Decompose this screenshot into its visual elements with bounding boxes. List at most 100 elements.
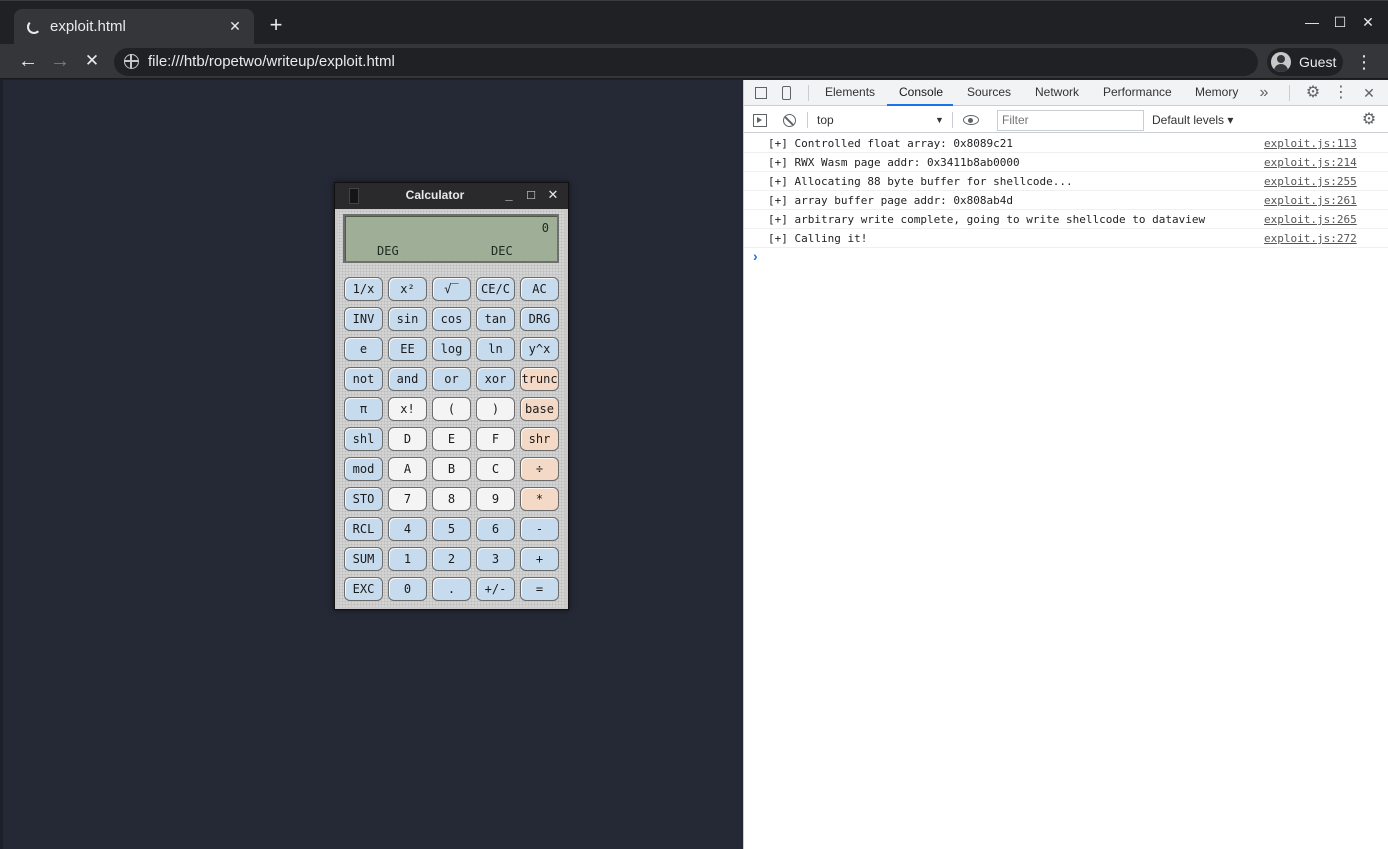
console-filter-input[interactable]: Filter [997,110,1144,131]
calc-key[interactable]: B [432,457,471,481]
calc-key[interactable]: sin [388,307,427,331]
browser-menu-icon[interactable]: ⋮ [1354,50,1374,74]
calc-key[interactable]: and [388,367,427,391]
calc-key[interactable]: ) [476,397,515,421]
stop-loading-button[interactable]: ✕ [80,49,104,73]
console-message-source-link[interactable]: exploit.js:113 [1264,134,1357,153]
calculator-minimize-button[interactable]: _ [502,187,516,203]
profile-button[interactable]: Guest [1267,48,1343,76]
calc-key[interactable]: STO [344,487,383,511]
calc-key[interactable]: trunc [520,367,559,391]
console-prompt-icon[interactable]: › [753,249,758,263]
calc-key[interactable]: 6 [476,517,515,541]
calc-key[interactable]: log [432,337,471,361]
console-settings-icon[interactable]: ⚙ [1361,112,1377,128]
tab-sources[interactable]: Sources [967,85,1011,99]
window-maximize-button[interactable]: ☐ [1330,14,1350,31]
divider [807,112,808,128]
calc-key[interactable]: . [432,577,471,601]
site-info-icon[interactable] [124,54,139,69]
settings-icon[interactable]: ⚙ [1305,85,1321,101]
log-levels-dropdown[interactable]: Default levels ▾ [1152,110,1233,130]
calc-key[interactable]: CE/C [476,277,515,301]
address-bar[interactable]: file:///htb/ropetwo/writeup/exploit.html [114,48,1258,76]
new-tab-button[interactable]: + [264,14,288,36]
calc-key[interactable]: x² [388,277,427,301]
clear-console-icon[interactable] [783,114,796,127]
calc-key[interactable]: = [520,577,559,601]
calc-key[interactable]: E [432,427,471,451]
console-message-source-link[interactable]: exploit.js:214 [1264,153,1357,172]
sidebar-toggle-icon[interactable] [753,114,767,127]
calc-key[interactable]: 8 [432,487,471,511]
calc-key[interactable]: xor [476,367,515,391]
calc-key[interactable]: shr [520,427,559,451]
context-selector[interactable]: top [817,110,949,130]
calculator-maximize-button[interactable]: □ [524,187,538,203]
calc-key[interactable]: ( [432,397,471,421]
calc-key[interactable]: 0 [388,577,427,601]
calc-key[interactable]: ÷ [520,457,559,481]
calc-key[interactable]: cos [432,307,471,331]
calc-key[interactable]: C [476,457,515,481]
live-expression-eye-icon[interactable] [963,115,979,125]
calc-key[interactable]: √‾ [432,277,471,301]
calc-key[interactable]: e [344,337,383,361]
tab-console[interactable]: Console [899,85,943,99]
calc-key[interactable]: 2 [432,547,471,571]
console-message-source-link[interactable]: exploit.js:272 [1264,229,1357,248]
more-tabs-icon[interactable]: » [1256,85,1272,101]
inspect-element-icon[interactable] [755,87,767,99]
console-message-source-link[interactable]: exploit.js:261 [1264,191,1357,210]
tab-elements[interactable]: Elements [825,85,875,99]
calc-key[interactable]: y^x [520,337,559,361]
calc-key[interactable]: base [520,397,559,421]
window-close-button[interactable]: ✕ [1358,14,1378,31]
calc-key[interactable]: π [344,397,383,421]
device-toolbar-icon[interactable] [782,86,791,100]
calc-key[interactable]: * [520,487,559,511]
tab-close-icon[interactable]: ✕ [226,17,244,35]
calc-key[interactable]: INV [344,307,383,331]
calculator-titlebar[interactable]: Calculator _ □ ✕ [335,183,568,209]
url-text[interactable]: file:///htb/ropetwo/writeup/exploit.html [148,53,395,70]
calc-key[interactable]: not [344,367,383,391]
calc-key[interactable]: or [432,367,471,391]
calc-key[interactable]: 3 [476,547,515,571]
calc-key[interactable]: 1 [388,547,427,571]
calculator-close-button[interactable]: ✕ [546,187,560,203]
calc-key[interactable]: 4 [388,517,427,541]
tab-memory[interactable]: Memory [1195,85,1238,99]
calc-key[interactable]: - [520,517,559,541]
calc-key[interactable]: EE [388,337,427,361]
calc-key[interactable]: +/- [476,577,515,601]
browser-tab[interactable]: exploit.html ✕ [14,9,254,45]
calc-key[interactable]: F [476,427,515,451]
devtools-menu-icon[interactable]: ⋮ [1333,85,1349,101]
tab-performance[interactable]: Performance [1103,85,1172,99]
calc-key[interactable]: A [388,457,427,481]
calc-key[interactable]: 5 [432,517,471,541]
calc-key[interactable]: SUM [344,547,383,571]
calc-key[interactable]: 9 [476,487,515,511]
calc-key[interactable]: D [388,427,427,451]
calc-key[interactable]: shl [344,427,383,451]
calc-key[interactable]: 7 [388,487,427,511]
calc-key[interactable]: AC [520,277,559,301]
calc-key[interactable]: ln [476,337,515,361]
calc-key[interactable]: x! [388,397,427,421]
devtools-close-icon[interactable]: ✕ [1361,85,1377,101]
calc-key[interactable]: + [520,547,559,571]
back-button[interactable]: ← [16,49,40,73]
console-message-source-link[interactable]: exploit.js:255 [1264,172,1357,191]
calc-key[interactable]: RCL [344,517,383,541]
calc-key[interactable]: 1/x [344,277,383,301]
calc-key[interactable]: tan [476,307,515,331]
tab-network[interactable]: Network [1035,85,1079,99]
forward-button[interactable]: → [48,49,72,73]
calc-key[interactable]: DRG [520,307,559,331]
console-message-source-link[interactable]: exploit.js:265 [1264,210,1357,229]
calc-key[interactable]: mod [344,457,383,481]
calc-key[interactable]: EXC [344,577,383,601]
window-minimize-button[interactable]: — [1302,14,1322,30]
